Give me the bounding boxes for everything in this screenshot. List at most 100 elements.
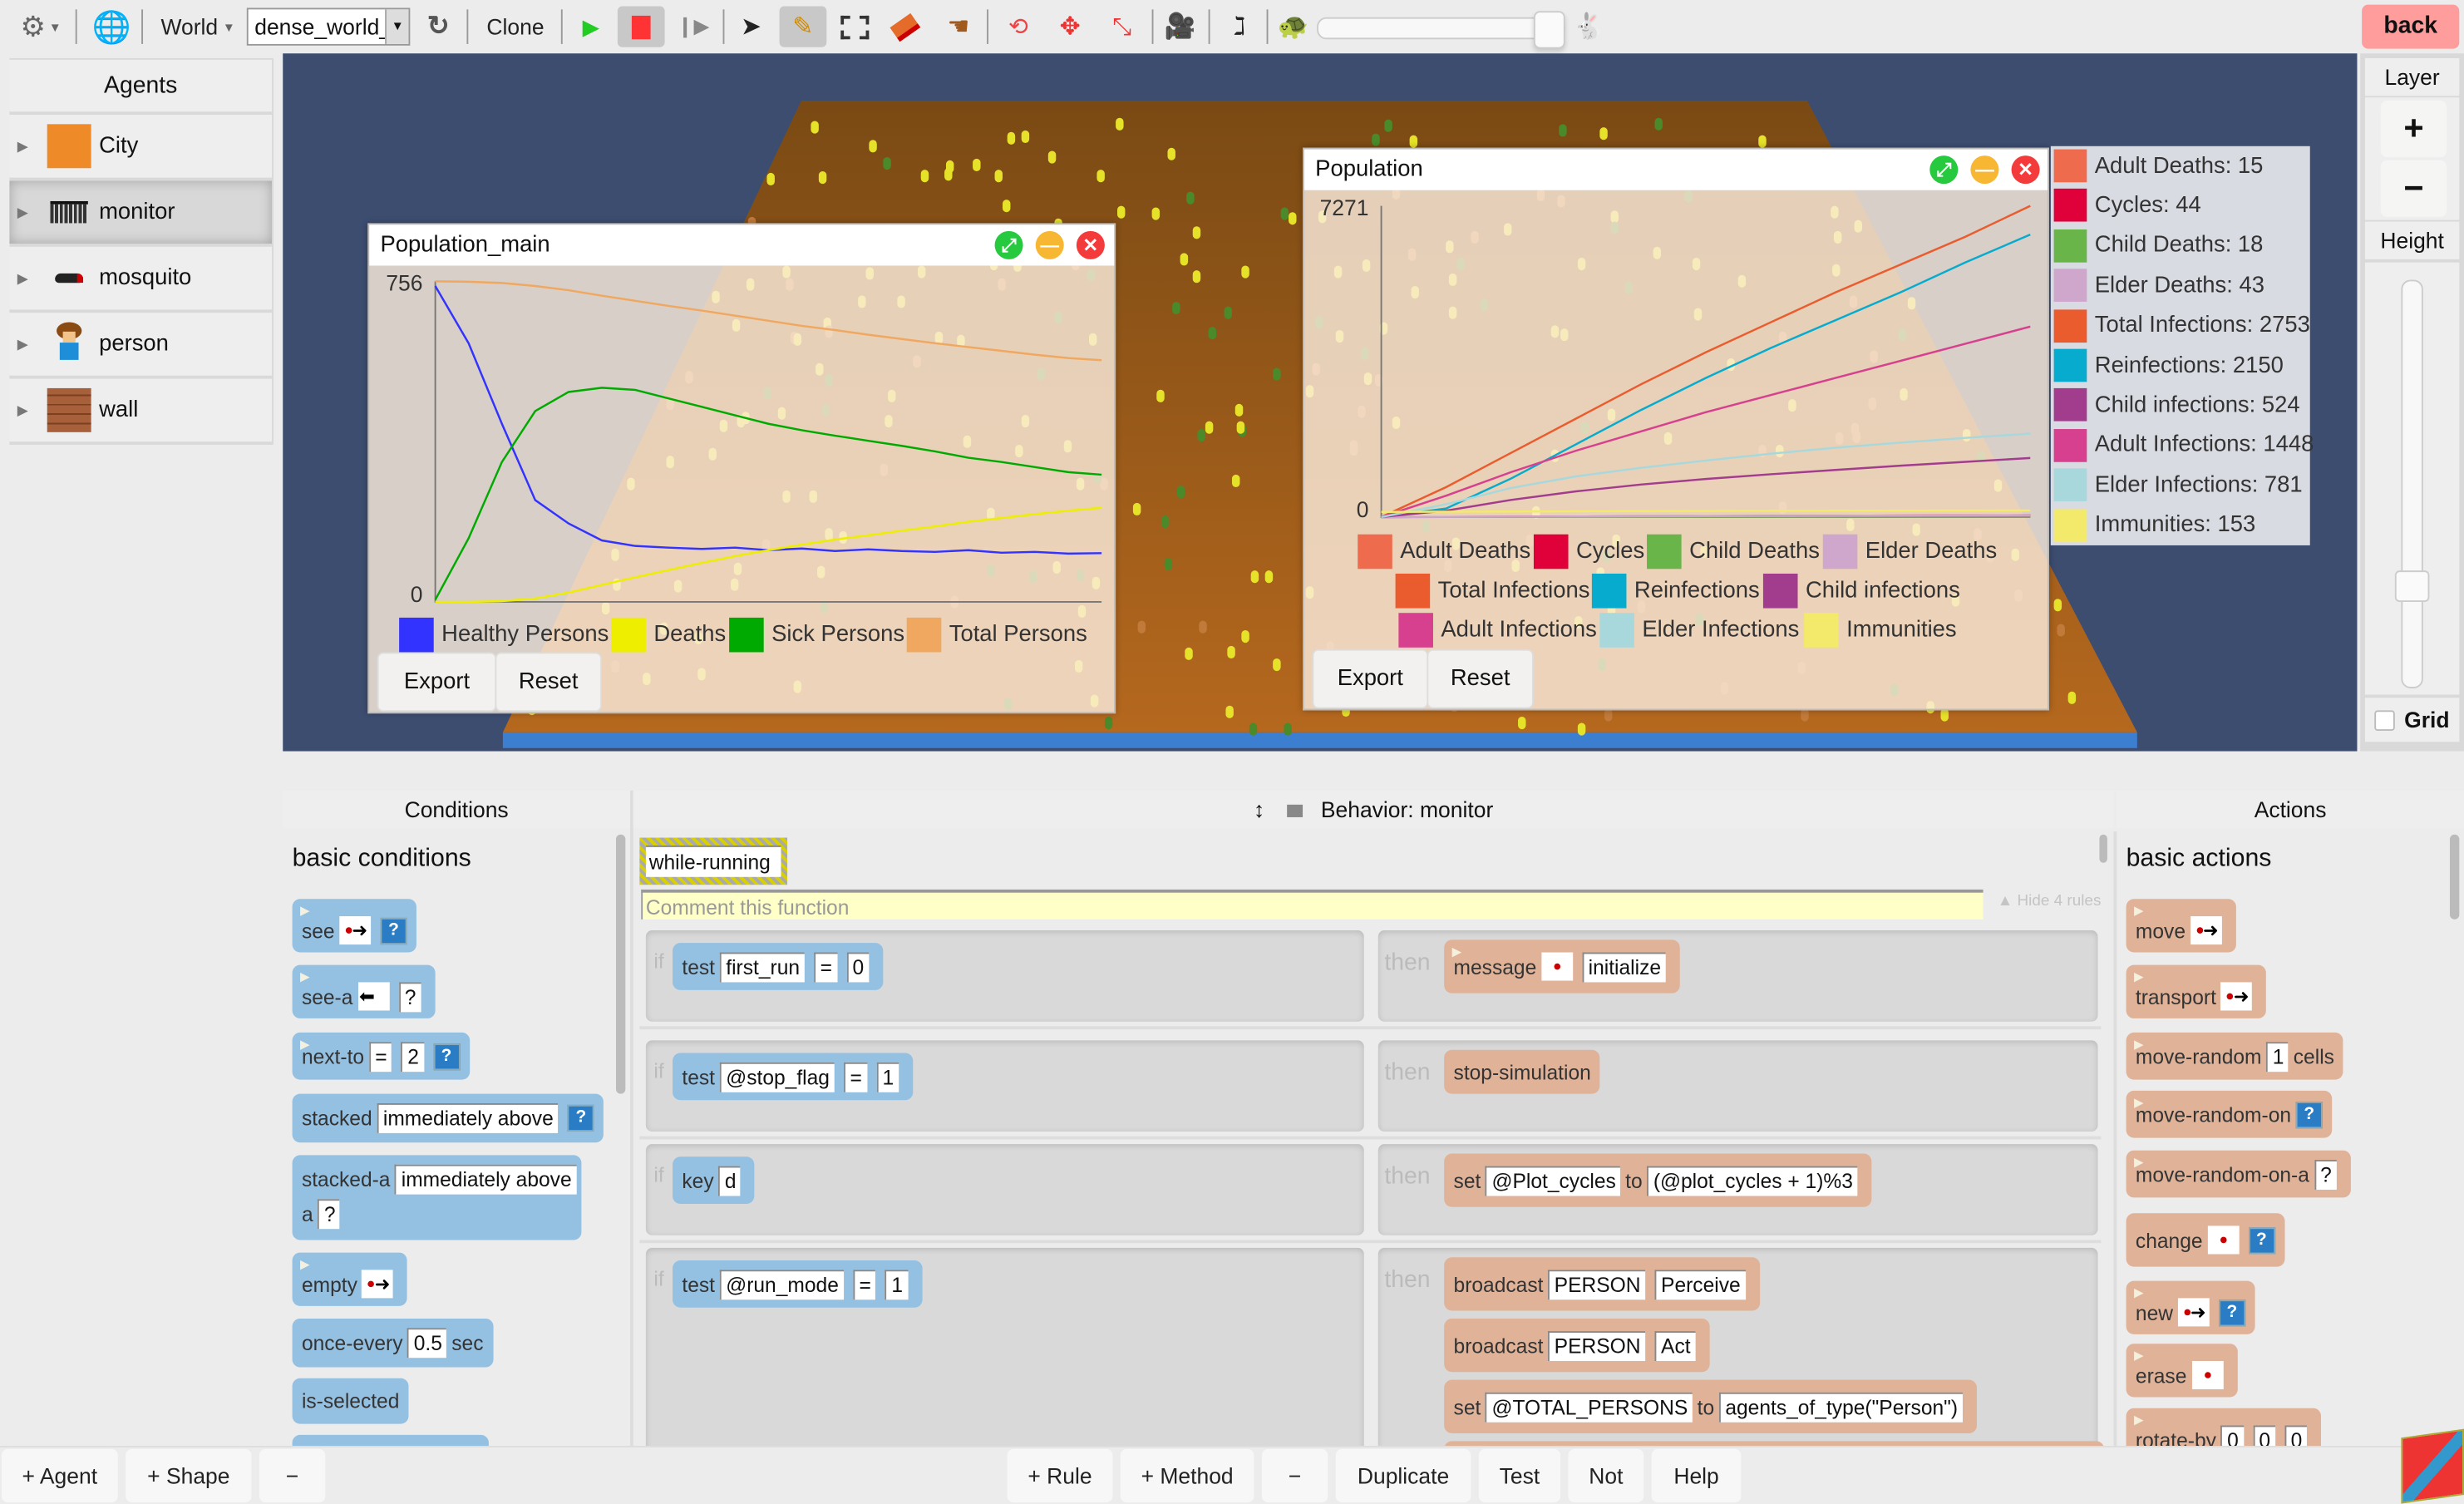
layer-up-button[interactable]: + <box>2380 100 2447 158</box>
legend-item[interactable]: Healthy Persons <box>399 617 609 653</box>
condition-is-selected[interactable]: is-selected <box>292 1378 409 1424</box>
direction-field[interactable] <box>2191 1360 2223 1390</box>
close-button[interactable]: ✕ <box>2011 155 2040 185</box>
behavior-scrollbar[interactable] <box>2099 834 2107 863</box>
rule-then-pane[interactable]: then set @Plot_cycles to (@plot_cycles + 1)%… <box>1377 1144 2098 1235</box>
direction-field[interactable]: ➜ <box>2177 1298 2210 1327</box>
export-button[interactable]: Export <box>377 652 497 713</box>
rule-action-block[interactable]: broadcast PERSON Act <box>1444 1318 1710 1373</box>
action-rotate-by[interactable]: ▶ rotate-by 0 0 0 <box>2126 1408 2322 1447</box>
maximize-button[interactable]: ⤢ <box>994 230 1023 259</box>
rule-action-block[interactable]: set @Plot_cycles to (@plot_cycles + 1)%3 <box>1444 1153 1872 1207</box>
help-icon[interactable]: ? <box>2248 1226 2275 1254</box>
expand-icon[interactable]: ▶ <box>17 137 33 155</box>
rule-then-pane[interactable]: then broadcast PERSON Perceive broadcast PERS… <box>1377 1247 2098 1447</box>
agent-row-wall[interactable]: ▶ wall <box>9 378 273 442</box>
actions-scrollbar[interactable] <box>2449 834 2460 920</box>
legend-item[interactable]: Sick Persons <box>729 617 904 653</box>
position-field[interactable]: immediately above <box>377 1102 559 1133</box>
target-field[interactable] <box>1540 952 1573 981</box>
speed-slider-track[interactable] <box>1317 17 1565 40</box>
test-button[interactable]: Test <box>1478 1448 1561 1503</box>
method-name-field[interactable]: while-running <box>645 845 781 877</box>
stop-button[interactable] <box>617 6 665 47</box>
condition-see-a[interactable]: ▶ see-a ⬅ ? <box>292 964 436 1018</box>
rule-condition-block[interactable]: test @stop_flag = 1 <box>673 1053 913 1101</box>
globe-button[interactable]: 🌐 <box>91 7 132 47</box>
condition-once-every[interactable]: once-every 0.5 sec <box>292 1318 493 1368</box>
condition-next-to[interactable]: ▶ next-to = 2 ? <box>292 1032 470 1080</box>
rule-then-pane[interactable]: then stop-simulation <box>1377 1040 2098 1132</box>
condition-see[interactable]: ▶ see ➜ ? <box>292 899 416 953</box>
rotate-x-field[interactable]: 0 <box>2220 1424 2244 1447</box>
condition-field-b[interactable]: 0 <box>845 951 869 982</box>
action-move-random-on[interactable]: ▶ move-random-on ? <box>2126 1090 2333 1138</box>
rule-if-pane[interactable]: if key d <box>645 1144 1364 1235</box>
speed-slider-thumb[interactable] <box>1533 11 1565 49</box>
eraser-tool[interactable] <box>885 7 925 47</box>
action-erase[interactable]: ▶ erase <box>2126 1344 2237 1398</box>
close-button[interactable]: ✕ <box>1076 230 1105 259</box>
agent-row-mosquito[interactable]: ▶ mosquito <box>9 246 273 310</box>
help-icon[interactable]: ? <box>2295 1101 2323 1128</box>
height-slider-track[interactable] <box>2401 279 2423 688</box>
maximize-button[interactable]: ⤢ <box>1929 155 1959 185</box>
legend-item[interactable]: Adult Infections <box>1398 613 1597 648</box>
legend-item[interactable]: Deaths <box>611 617 726 653</box>
condition-field-op[interactable]: = <box>843 1061 867 1092</box>
legend-item[interactable]: Adult Deaths <box>1358 534 1530 570</box>
legend-item[interactable]: Total Persons <box>906 617 1087 653</box>
add-method-button[interactable]: + Method <box>1120 1448 1254 1503</box>
rotate-tool[interactable]: ⟲ <box>998 7 1038 47</box>
world-select[interactable]: dense_world_ ▼ <box>246 7 411 46</box>
export-button[interactable]: Export <box>1312 648 1429 709</box>
expand-icon[interactable]: ▶ <box>17 269 33 287</box>
condition-stacked-a[interactable]: stacked-a immediately above a? <box>292 1155 582 1240</box>
action-move-random[interactable]: ▶ move-random 1 cells <box>2126 1032 2344 1080</box>
reset-button[interactable]: Reset <box>495 652 602 713</box>
refresh-button[interactable]: ↻ <box>421 7 456 47</box>
condition-field-b[interactable]: 1 <box>885 1269 908 1299</box>
pencil-tool[interactable]: ✎ <box>779 6 827 47</box>
legend-item[interactable]: Total Infections <box>1395 573 1589 609</box>
action-move[interactable]: ▶ move ➜ <box>2126 899 2236 953</box>
action-field-b[interactable]: (@plot_cycles + 1)%3 <box>1647 1165 1858 1196</box>
camera-tool[interactable]: 🎥 <box>1160 7 1200 47</box>
condition-field-a[interactable]: first_run <box>719 951 805 982</box>
rotate-z-field[interactable]: 0 <box>2284 1424 2307 1447</box>
operator-field[interactable]: = <box>368 1041 392 1072</box>
rule-condition-block[interactable]: test first_run = 0 <box>673 943 883 990</box>
remove-rule-button[interactable]: − <box>1261 1448 1328 1503</box>
help-icon[interactable]: ? <box>567 1104 594 1132</box>
legend-item[interactable]: Elder Infections <box>1599 613 1799 648</box>
grid-toggle[interactable]: Grid <box>2364 698 2460 742</box>
legend-item[interactable]: Elder Deaths <box>1822 534 1997 570</box>
action-field-b[interactable]: agents_of_type("Person") <box>1718 1391 1963 1422</box>
conditions-scrollbar[interactable] <box>615 834 626 1094</box>
rule-condition-block[interactable]: key d <box>673 1156 756 1204</box>
condition-field-b[interactable]: 1 <box>875 1061 899 1092</box>
not-button[interactable]: Not <box>1568 1448 1644 1503</box>
reset-button[interactable]: Reset <box>1427 648 1534 709</box>
condition-empty[interactable]: ▶ empty ➜ <box>292 1252 408 1306</box>
rule-action-block[interactable]: set @TOTAL_PERSONS to agents_of_type("Perso… <box>1444 1379 1977 1433</box>
inspect-tool[interactable]: ℷ <box>1220 7 1260 47</box>
speed-slow-button[interactable]: 🐢 <box>1273 7 1313 47</box>
settings-menu-button[interactable]: ⚙ ▼ <box>12 7 69 47</box>
expand-icon[interactable]: ▶ <box>17 204 33 221</box>
method-comment-field[interactable]: Comment this function <box>641 889 1984 920</box>
agent-field[interactable]: ? <box>398 981 421 1012</box>
legend-item[interactable]: Reinfections <box>1591 573 1760 609</box>
duplicate-button[interactable]: Duplicate <box>1335 1448 1471 1503</box>
back-button[interactable]: back <box>2362 4 2460 49</box>
clone-button[interactable]: Clone <box>478 7 554 47</box>
direction-field[interactable]: ➜ <box>2220 982 2253 1011</box>
agent-row-monitor[interactable]: ▶ monitor <box>9 180 273 244</box>
layer-down-button[interactable]: − <box>2380 160 2447 217</box>
help-button[interactable]: Help <box>1651 1448 1742 1503</box>
agent-field[interactable]: ? <box>318 1199 341 1230</box>
action-new[interactable]: ▶ new ➜ ? <box>2126 1280 2255 1334</box>
seconds-field[interactable]: 0.5 <box>407 1328 447 1359</box>
rule-then-pane[interactable]: then ▶ message initialize <box>1377 930 2098 1022</box>
action-field-a[interactable]: @TOTAL_PERSONS <box>1485 1391 1693 1422</box>
